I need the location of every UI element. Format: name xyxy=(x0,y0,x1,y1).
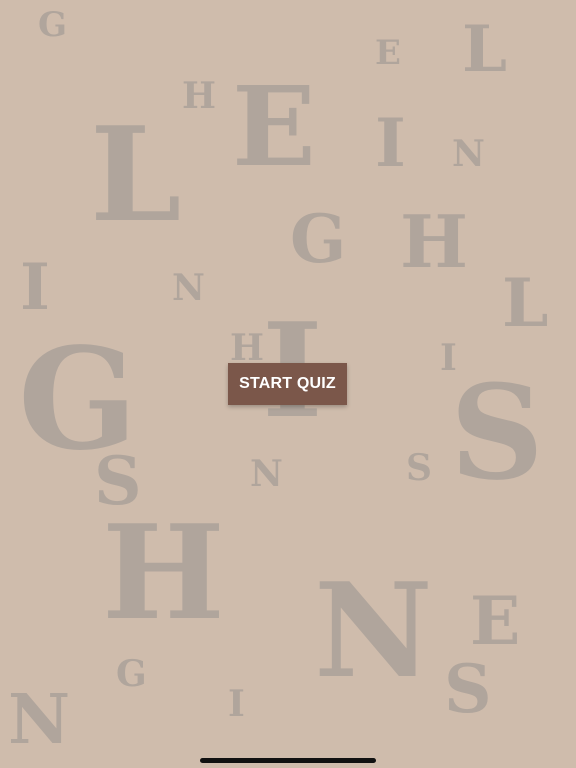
background-letter: H xyxy=(230,327,265,369)
background-letter: G xyxy=(38,5,68,45)
background-letter: I xyxy=(20,250,50,325)
background-letter: N xyxy=(314,554,433,707)
background-letter: L xyxy=(462,12,507,87)
background-letter: S xyxy=(444,650,492,728)
background-letter: S xyxy=(406,447,432,489)
home-indicator xyxy=(200,758,376,763)
background-letter: H xyxy=(400,199,469,284)
background-letter: L xyxy=(90,98,182,251)
background-letter: E xyxy=(232,62,316,191)
background-letter: H xyxy=(102,496,225,649)
background-letter: I xyxy=(228,683,245,725)
background-letter: H xyxy=(182,75,217,117)
background-letter: N xyxy=(250,453,283,495)
background-letter: N xyxy=(8,680,71,760)
background-letter: N xyxy=(172,267,205,309)
background-letter: N xyxy=(452,133,485,175)
background-letter: L xyxy=(502,264,549,342)
background-letter: S xyxy=(450,356,544,509)
background-letter: G xyxy=(290,200,347,278)
background-letter: I xyxy=(375,104,406,182)
background-letter: E xyxy=(470,582,521,660)
background-letter: E xyxy=(375,33,401,73)
start-quiz-button[interactable]: START QUIZ xyxy=(228,363,347,405)
background-letter: G xyxy=(116,653,147,695)
